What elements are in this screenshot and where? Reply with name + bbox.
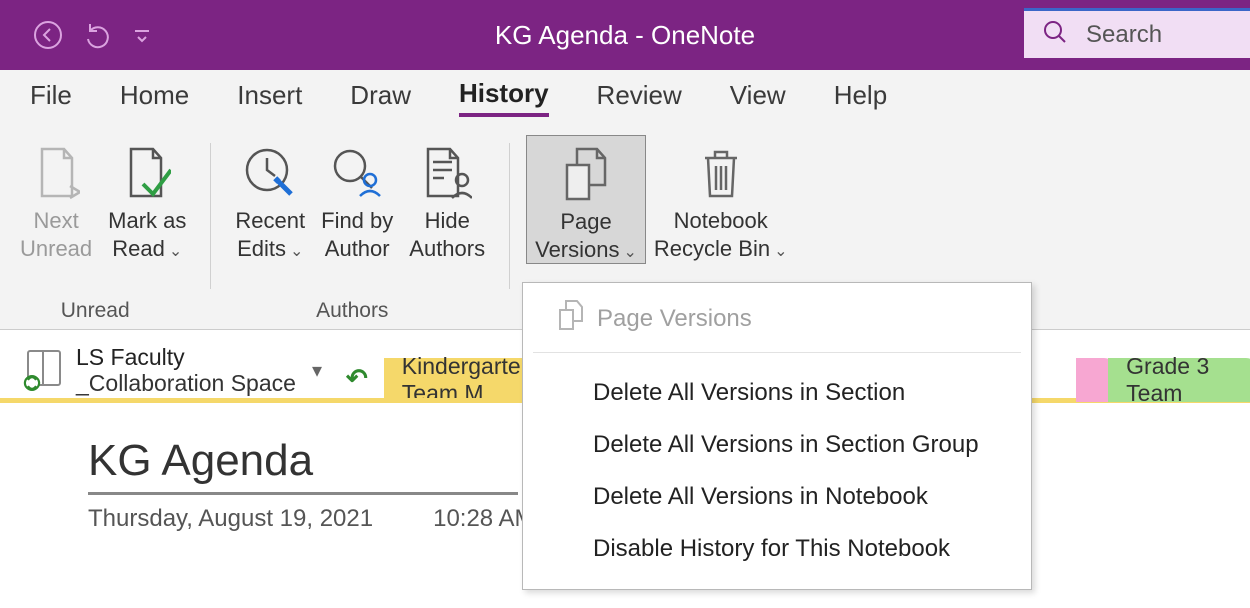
titlebar-left-controls: [0, 19, 152, 51]
title-bar: KG Agenda - OneNote Search: [0, 0, 1250, 70]
page-versions-button[interactable]: PageVersions⌄: [526, 135, 646, 264]
customize-qat-icon[interactable]: [132, 19, 152, 51]
menu-draw[interactable]: Draw: [350, 80, 411, 115]
menu-home[interactable]: Home: [120, 80, 189, 115]
menu-insert[interactable]: Insert: [237, 80, 302, 115]
mark-as-read-button[interactable]: Mark asRead⌄: [100, 135, 194, 262]
dd-delete-group[interactable]: Delete All Versions in Section Group: [523, 419, 1031, 471]
group-label-authors: Authors: [215, 299, 489, 323]
dd-delete-notebook[interactable]: Delete All Versions in Notebook: [523, 471, 1031, 523]
ribbon-group-unread: NextUnread Mark asRead⌄ Unread: [0, 125, 206, 329]
back-icon[interactable]: [32, 19, 64, 51]
menu-bar: File Home Insert Draw History Review Vie…: [0, 70, 1250, 125]
page-versions-icon: [557, 299, 585, 338]
hide-authors-button[interactable]: HideAuthors: [401, 135, 493, 262]
find-by-author-button[interactable]: Find byAuthor: [313, 135, 401, 262]
window-title: KG Agenda - OneNote: [495, 20, 755, 51]
section-group-name: _Collaboration Space: [76, 371, 296, 396]
ribbon-group-authors: RecentEdits⌄ Find byAuthor HideAuthors A…: [215, 125, 505, 329]
dd-delete-section[interactable]: Delete All Versions in Section: [523, 367, 1031, 419]
page-time[interactable]: 10:28 AM: [433, 505, 534, 533]
notebook-name-block: LS Faculty _Collaboration Space: [76, 345, 296, 396]
page-check-icon: [123, 139, 171, 207]
chevron-down-icon: ⌄: [774, 243, 787, 260]
chevron-down-icon: ⌄: [624, 244, 637, 261]
group-label-unread: Unread: [0, 299, 190, 323]
page-date[interactable]: Thursday, August 19, 2021: [88, 505, 373, 533]
undo-icon[interactable]: [82, 19, 114, 51]
menu-view[interactable]: View: [730, 80, 786, 115]
page-versions-dropdown: Page Versions Delete All Versions in Sec…: [522, 282, 1032, 590]
ribbon-separator: [210, 143, 211, 289]
search-placeholder: Search: [1086, 21, 1162, 49]
chevron-down-icon: ▾: [306, 358, 328, 383]
clock-edit-icon: [243, 139, 297, 207]
page-next-icon: [32, 139, 80, 207]
menu-review[interactable]: Review: [597, 80, 682, 115]
notebook-name: LS Faculty: [76, 345, 296, 370]
chevron-down-icon: ⌄: [169, 243, 182, 260]
recent-edits-button[interactable]: RecentEdits⌄: [227, 135, 313, 262]
notebook-icon: [20, 345, 66, 396]
page-title[interactable]: KG Agenda: [88, 436, 518, 495]
page-person-icon: [422, 139, 472, 207]
menu-history[interactable]: History: [459, 78, 549, 117]
sync-icon[interactable]: ↶: [338, 363, 376, 394]
notebook-picker[interactable]: LS Faculty _Collaboration Space ▾: [0, 339, 338, 402]
trash-icon: [699, 139, 743, 207]
page-versions-icon: [561, 140, 611, 208]
menu-file[interactable]: File: [30, 80, 72, 115]
search-box[interactable]: Search: [1024, 8, 1250, 58]
next-unread-button: NextUnread: [12, 135, 100, 262]
dd-disable-history[interactable]: Disable History for This Notebook: [523, 523, 1031, 575]
chevron-down-icon: ⌄: [290, 243, 303, 260]
dropdown-header: Page Versions: [533, 291, 1021, 353]
search-icon: [1042, 19, 1068, 50]
notebook-recycle-bin-button[interactable]: NotebookRecycle Bin⌄: [646, 135, 796, 264]
ribbon-separator: [509, 143, 510, 289]
menu-help[interactable]: Help: [834, 80, 887, 115]
search-person-icon: [330, 139, 384, 207]
tab-grade3[interactable]: Grade 3 Team: [1108, 358, 1250, 402]
